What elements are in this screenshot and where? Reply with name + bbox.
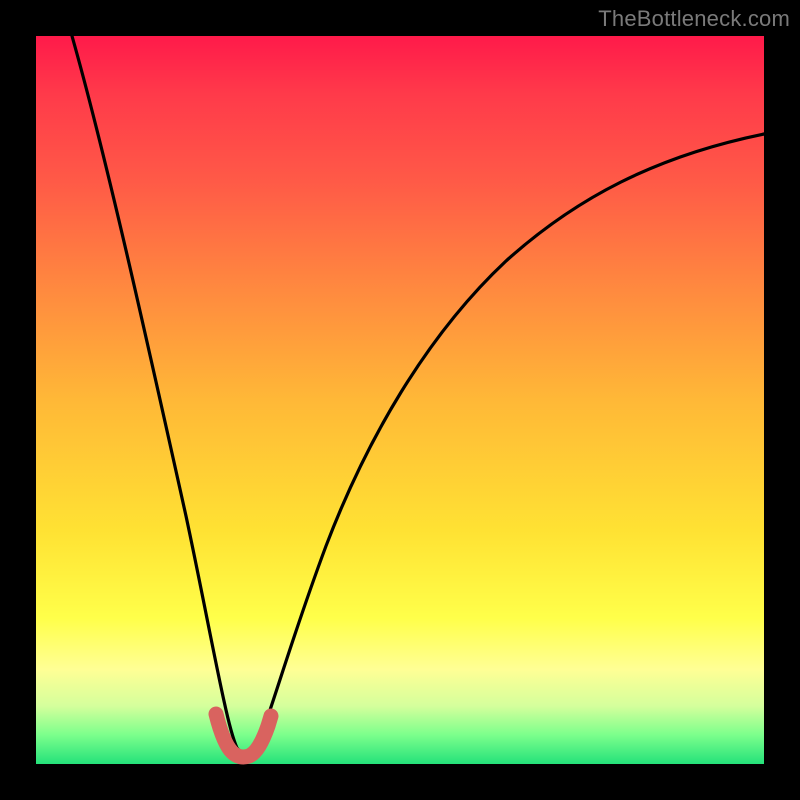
watermark-text: TheBottleneck.com	[598, 6, 790, 32]
curve-layer	[36, 36, 764, 764]
chart-frame: TheBottleneck.com	[0, 0, 800, 800]
optimal-range-highlight	[216, 714, 271, 757]
plot-area	[36, 36, 764, 764]
bottleneck-curve	[72, 36, 764, 753]
